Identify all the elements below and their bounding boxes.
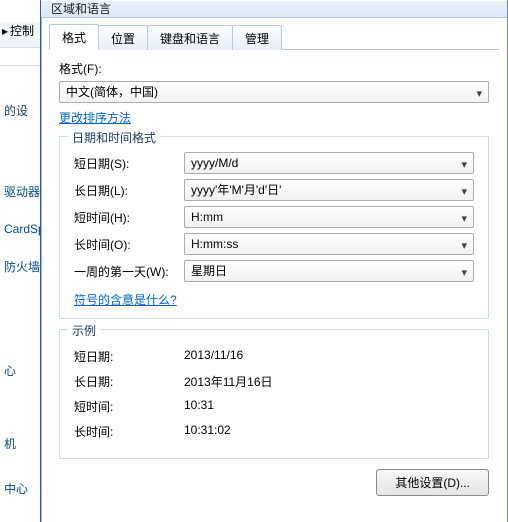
- ex-short-time-label: 短时间:: [74, 398, 184, 415]
- sidebar-item[interactable]: 驱动器: [0, 181, 40, 202]
- breadcrumb[interactable]: ▸控制: [0, 22, 40, 48]
- tab-body: 格式(F): 中文(简体，中国) 更改排序方法 日期和时间格式 短日期(S): …: [41, 50, 507, 496]
- notation-link[interactable]: 符号的含意是什么?: [74, 291, 177, 308]
- sidebar-link[interactable]: 中心: [0, 478, 40, 499]
- long-date-label: 长日期(L):: [74, 182, 184, 199]
- short-date-dropdown[interactable]: yyyy/M/d: [184, 152, 474, 174]
- example-legend: 示例: [68, 322, 100, 339]
- change-sort-link[interactable]: 更改排序方法: [59, 109, 131, 126]
- ex-long-date-value: 2013年11月16日: [184, 373, 273, 390]
- ex-short-date-label: 短日期:: [74, 348, 184, 365]
- long-date-dropdown[interactable]: yyyy'年'M'月'd'日': [184, 179, 474, 201]
- tab-format[interactable]: 格式: [49, 24, 99, 50]
- additional-settings-button[interactable]: 其他设置(D)...: [376, 469, 489, 496]
- dt-legend: 日期和时间格式: [68, 129, 160, 146]
- ex-long-date-label: 长日期:: [74, 373, 184, 390]
- ex-short-time-value: 10:31: [184, 398, 214, 415]
- sidebar-heading: 的设: [0, 100, 40, 121]
- tab-location[interactable]: 位置: [98, 25, 148, 50]
- short-time-label: 短时间(H):: [74, 209, 184, 226]
- long-time-dropdown[interactable]: H:mm:ss: [184, 233, 474, 255]
- short-date-label: 短日期(S):: [74, 155, 184, 172]
- long-time-label: 长时间(O):: [74, 236, 184, 253]
- tabstrip: 格式 位置 键盘和语言 管理: [49, 24, 499, 50]
- format-label: 格式(F):: [59, 60, 179, 77]
- short-time-dropdown[interactable]: H:mm: [184, 206, 474, 228]
- sidebar-link[interactable]: 心: [0, 360, 40, 381]
- sidebar-link[interactable]: 机: [0, 433, 40, 454]
- titlebar: 区域和语言: [41, 0, 507, 18]
- control-panel-sliver: ▸控制 的设 驱动器 CardSp 防火墙 心 机 中心: [0, 0, 40, 522]
- tab-admin[interactable]: 管理: [232, 25, 282, 50]
- tab-keyboards[interactable]: 键盘和语言: [147, 25, 233, 50]
- format-dropdown[interactable]: 中文(简体，中国): [59, 81, 489, 103]
- region-language-dialog: 区域和语言 格式 位置 键盘和语言 管理 格式(F): 中文(简体，中国) 更改…: [40, 0, 508, 522]
- ex-long-time-label: 长时间:: [74, 423, 184, 440]
- sidebar-link[interactable]: [0, 405, 40, 409]
- ex-short-date-value: 2013/11/16: [184, 348, 243, 365]
- example-group: 示例 短日期: 2013/11/16 长日期: 2013年11月16日 短时间:…: [59, 329, 489, 459]
- format-value: 中文(简体，中国): [66, 82, 158, 102]
- sidebar-item[interactable]: CardSp: [0, 220, 40, 238]
- ex-long-time-value: 10:31:02: [184, 423, 231, 440]
- first-day-label: 一周的第一天(W):: [74, 263, 184, 280]
- chevron-right-icon: ▸: [2, 24, 8, 38]
- breadcrumb-label: 控制: [10, 24, 34, 38]
- date-time-format-group: 日期和时间格式 短日期(S): yyyy/M/d 长日期(L): yyyy'年'…: [59, 136, 489, 319]
- sidebar-item[interactable]: 防火墙: [0, 256, 40, 277]
- window-title: 区域和语言: [51, 2, 111, 16]
- first-day-dropdown[interactable]: 星期日: [184, 260, 474, 282]
